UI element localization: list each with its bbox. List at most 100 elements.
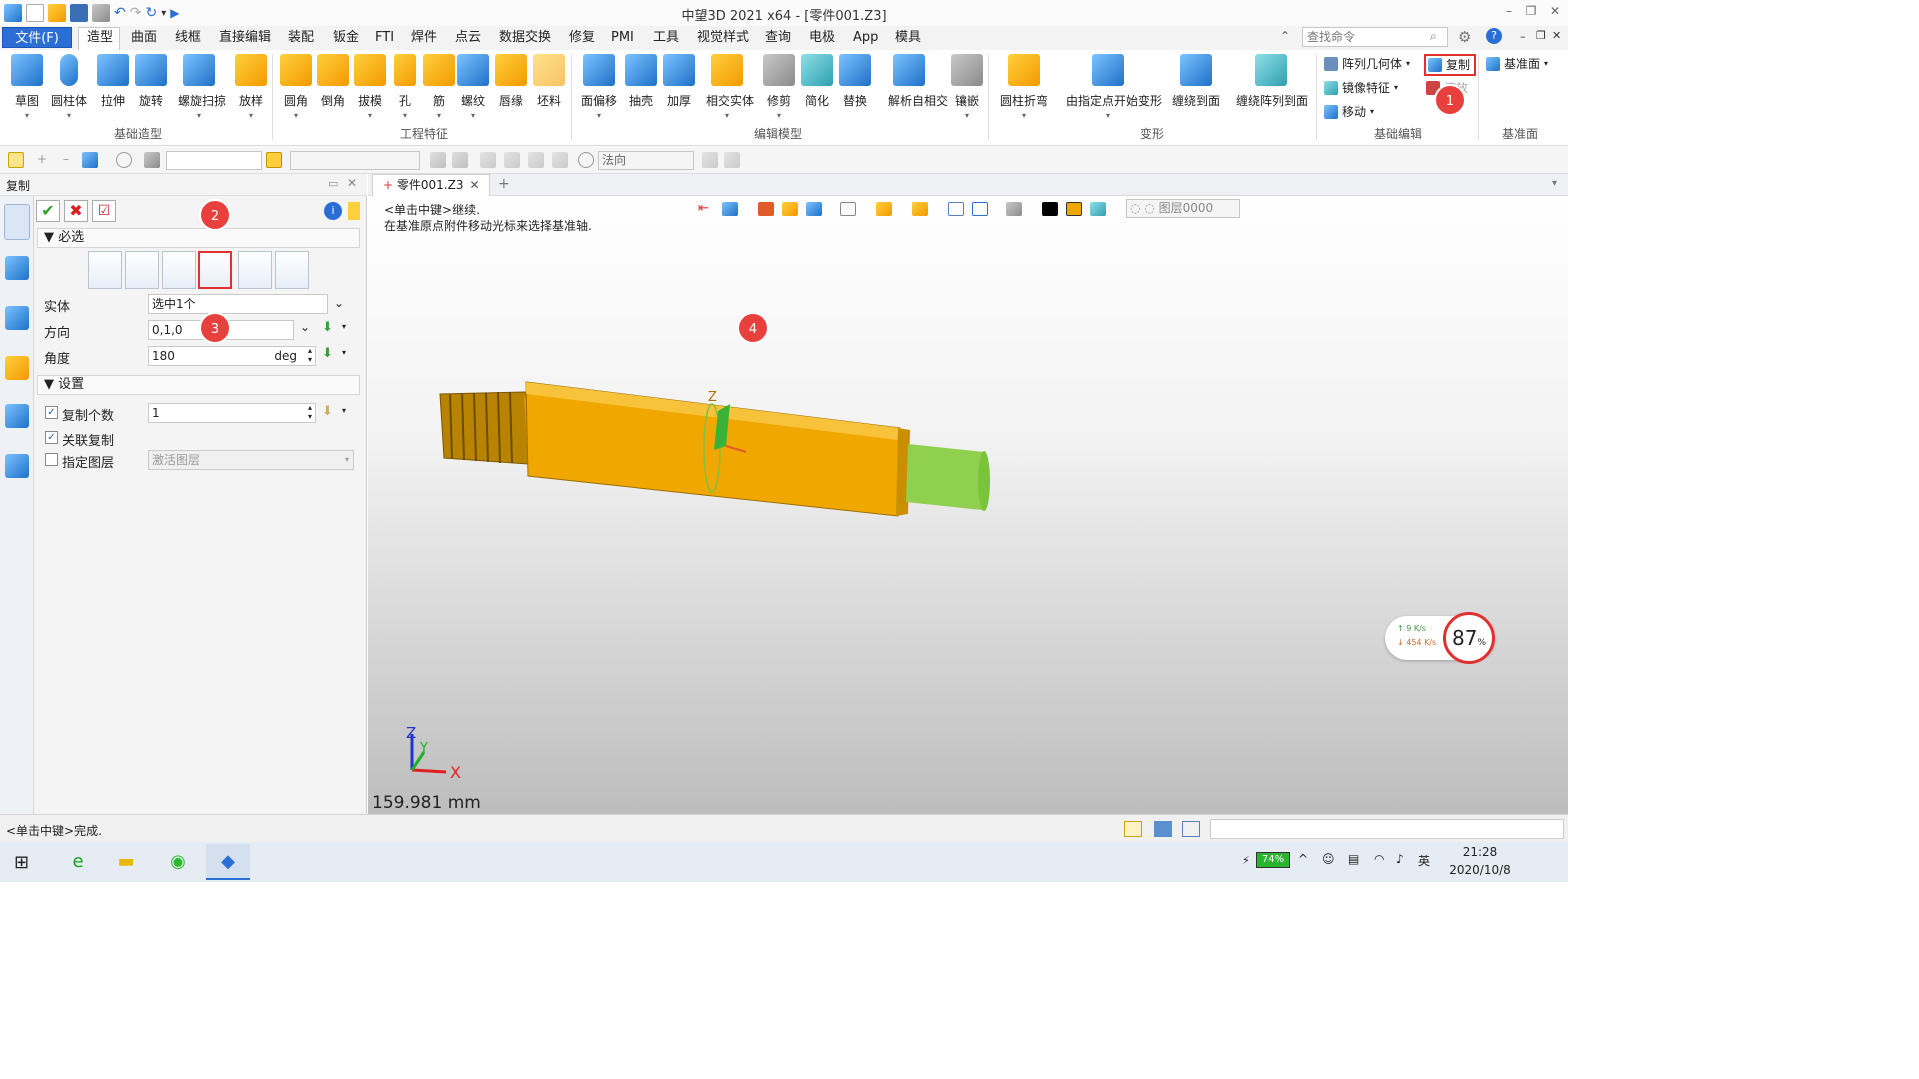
info-icon[interactable]: i [324,202,342,220]
pick-filter-icon[interactable] [144,152,160,168]
intersect-solid-button[interactable]: 相交实体 ▾ [706,52,754,122]
command-search-input[interactable]: 查找命令 [1302,27,1448,47]
linked-copy-checkbox[interactable]: ✓ [45,431,58,444]
stock-button[interactable]: 坯料 [528,52,570,122]
close-window-button[interactable]: ✕ [1544,4,1566,22]
pattern-geometry-button[interactable]: 阵列几何体 ▾ [1324,54,1410,74]
direction-dropdown-icon[interactable]: ▾ [342,322,346,331]
collapse-ribbon-icon[interactable]: ⌃ [1280,29,1290,43]
status-display-icon[interactable] [1154,821,1172,837]
angle-field[interactable]: 180 deg ▴ ▾ [148,346,316,366]
copy-command-tab-icon[interactable] [4,204,30,240]
emboss-button[interactable]: 镶嵌 ▾ [946,52,988,122]
move-button[interactable]: 移动 ▾ [1324,102,1374,122]
wifi-icon[interactable]: ◠ [1374,852,1384,866]
tab-pointcloud[interactable]: 点云 [452,28,484,48]
file-menu-button[interactable]: 文件(F) [2,27,72,48]
tab-mold[interactable]: 模具 [892,28,924,48]
view-filter-icon[interactable] [912,202,928,216]
apply-button[interactable]: ☑ [92,200,116,222]
wrap-to-face-button[interactable]: 缠绕到面 [1172,52,1220,122]
tab-close-icon[interactable]: ✕ [469,178,479,192]
face-offset-button[interactable]: 面偏移 ▾ [578,52,620,122]
tab-data-exchange[interactable]: 数据交换 [496,28,554,48]
document-tab[interactable]: + 零件001.Z3 ✕ [372,174,490,196]
view-orient-icon[interactable] [722,202,738,216]
dimension-icon[interactable] [972,202,988,216]
cylinder-button[interactable]: 圆柱体 ▾ [48,52,90,122]
tab-wireframe[interactable]: 线框 [172,28,204,48]
color-black-swatch[interactable] [1042,202,1058,216]
shaded-icon[interactable] [782,202,798,216]
direction-expand-icon[interactable]: ⌄ [300,320,310,334]
user-role-icon[interactable] [5,454,29,478]
tab-visual-style[interactable]: 视觉样式 [694,28,752,48]
layer-select[interactable]: 激活图层 ▾ [148,450,354,470]
expand-chevron-icon[interactable]: ⌄ [334,296,344,310]
assembly-tree-icon[interactable] [5,306,29,330]
plug-icon[interactable]: ⚡ [1242,854,1250,867]
volume-icon[interactable]: ♪ [1396,852,1404,866]
tab-overflow-icon[interactable]: ▾ [1552,178,1557,189]
doc-close-icon[interactable]: ✕ [1552,29,1561,42]
tray-user-icon[interactable]: ☺ [1322,852,1335,866]
tab-surface[interactable]: 曲面 [128,28,160,48]
shaft-part[interactable]: Z [439,381,990,517]
toolbar-icon[interactable] [480,152,496,168]
add-icon[interactable]: + [34,152,50,168]
network-speed-widget[interactable]: ↑ 9 K/s ↓ 454 K/s 87% [1385,612,1495,664]
tab-electrode[interactable]: 电极 [806,28,838,48]
copy-count-spinner-icon[interactable]: ▴ ▾ [308,403,312,421]
copy-mode-5-button[interactable] [238,251,272,289]
render-icon[interactable] [876,202,892,216]
toolbar-icon[interactable] [504,152,520,168]
tab-query[interactable]: 查询 [762,28,794,48]
windows-start-icon[interactable]: ⊞ [14,852,29,873]
copy-mode-1-button[interactable] [88,251,122,289]
wireframe-icon[interactable] [840,202,856,216]
toolbar-icon[interactable] [552,152,568,168]
angle-dropdown-icon[interactable]: ▾ [342,348,346,357]
layer-tree-icon[interactable] [1006,202,1022,216]
doc-restore-icon[interactable]: ❐ [1536,29,1546,42]
clock-date[interactable]: 2020/10/8 [1444,863,1516,877]
status-layout-icon[interactable] [1124,821,1142,837]
replace-button[interactable]: 替换 [834,52,876,122]
filter-icon[interactable] [82,152,98,168]
clock-icon[interactable] [578,152,594,168]
settings-gear-icon[interactable]: ⚙ [1458,28,1471,46]
shell-button[interactable]: 抽壳 [620,52,662,122]
ie-browser-icon[interactable]: e [56,844,100,880]
toolbar-icon[interactable] [430,152,446,168]
layer-combo[interactable]: ◌ ◌ 图层0000 [1126,199,1240,218]
cancel-x-button[interactable]: ✖ [64,200,88,222]
mirror-feature-button[interactable]: 镜像特征 ▾ [1324,78,1398,98]
thread-button[interactable]: 螺纹 ▾ [452,52,494,122]
copy-mode-6-button[interactable] [275,251,309,289]
layer-checkbox[interactable] [45,453,58,466]
part-view-icon[interactable] [5,356,29,380]
tab-pmi[interactable]: PMI [608,28,637,48]
clock-time[interactable]: 21:28 [1458,845,1502,859]
tab-fti[interactable]: FTI [372,28,397,48]
cylinder-fold-button[interactable]: 圆柱折弯 ▾ [1000,52,1048,122]
tab-weldment[interactable]: 焊件 [408,28,440,48]
thicken-button[interactable]: 加厚 [658,52,700,122]
color-orange-swatch[interactable] [1066,202,1082,216]
filter-combo[interactable] [166,151,262,170]
status-input-box[interactable] [1210,819,1564,839]
copy-mode-3-button[interactable] [162,251,196,289]
sketch-view-icon[interactable] [758,202,774,216]
exit-view-icon[interactable]: ⇤ [698,202,714,216]
pick-count-icon[interactable]: ⬇ [322,404,333,419]
panel-side-icon[interactable] [348,202,360,220]
tab-modeling[interactable]: 造型 [84,28,116,48]
panel-pin-icon[interactable]: ▭ [328,177,338,190]
wechat-icon[interactable]: ◉ [156,844,200,880]
display-mode-icon[interactable] [806,202,822,216]
3d-viewport[interactable]: Z X Y Z <单击中键>继续. 在基准原点附件移动光标来选择基准轴. 159… [368,196,1568,814]
extrude-button[interactable]: 拉伸 [92,52,134,122]
helical-sweep-button[interactable]: 螺旋扫掠 ▾ [178,52,226,122]
zw3d-app-icon[interactable]: ◆ [206,844,250,880]
zoom-fit-icon[interactable] [948,202,964,216]
